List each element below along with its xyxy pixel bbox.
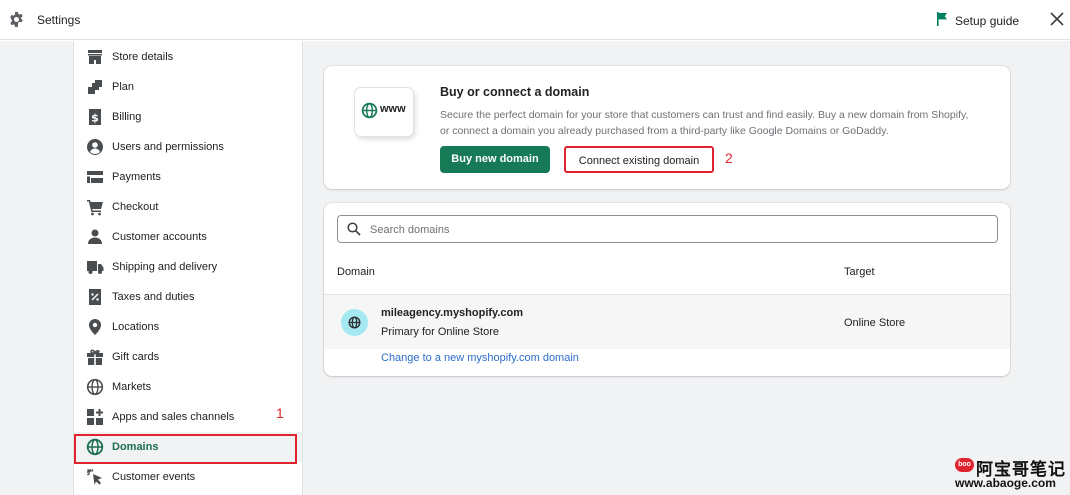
www-illustration: www xyxy=(355,88,413,136)
sidebar-item-label: Shipping and delivery xyxy=(112,261,218,273)
sidebar-item-label: Markets xyxy=(112,381,152,393)
connect-existing-domain-button[interactable]: Connect existing domain xyxy=(564,146,714,173)
sidebar-item-label: Apps and sales channels xyxy=(112,411,235,423)
column-header-domain: Domain xyxy=(337,266,375,278)
cart-icon xyxy=(87,200,103,216)
table-row[interactable]: mileagency.myshopify.com Primary for Onl… xyxy=(324,294,1010,349)
sidebar-item-label: Customer events xyxy=(112,471,196,483)
watermark-badge: boo xyxy=(955,458,974,472)
gift-icon xyxy=(87,349,103,365)
apps-icon xyxy=(87,409,103,425)
change-myshopify-domain-link[interactable]: Change to a new myshopify.com domain xyxy=(381,352,579,364)
sidebar-item-plan[interactable]: Plan xyxy=(74,72,302,102)
card-title: Buy or connect a domain xyxy=(440,85,590,99)
search-domains-input[interactable]: Search domains xyxy=(337,215,998,243)
sidebar-item-label: Locations xyxy=(112,321,160,333)
sidebar-item-billing[interactable]: $ Billing xyxy=(74,102,302,132)
top-bar: Settings Setup guide xyxy=(0,0,1070,40)
sidebar-item-payments[interactable]: Payments xyxy=(74,162,302,192)
search-placeholder: Search domains xyxy=(370,224,450,236)
plan-icon xyxy=(88,80,102,94)
step-2-annotation: 2 xyxy=(725,150,733,166)
globe-icon xyxy=(86,378,104,396)
sidebar-item-label: Customer accounts xyxy=(112,231,207,243)
globe-icon xyxy=(348,316,361,329)
sidebar-item-label: Checkout xyxy=(112,201,159,213)
flag-icon[interactable] xyxy=(936,12,948,26)
domain-avatar xyxy=(341,309,368,336)
sidebar-item-label: Taxes and duties xyxy=(112,291,195,303)
www-text: www xyxy=(380,103,406,115)
search-icon xyxy=(347,222,361,236)
setup-guide-link[interactable]: Setup guide xyxy=(955,14,1019,28)
close-icon[interactable] xyxy=(1049,11,1065,27)
card-description: Secure the perfect domain for your store… xyxy=(440,109,969,137)
sidebar-item-label: Plan xyxy=(112,81,135,93)
sidebar-item-checkout[interactable]: Checkout xyxy=(74,192,302,222)
page-title: Settings xyxy=(37,13,81,27)
svg-text:$: $ xyxy=(91,112,99,125)
domains-highlight-box xyxy=(74,434,297,464)
gear-icon xyxy=(10,11,23,28)
sidebar-item-label: Users and permissions xyxy=(112,141,224,153)
location-icon xyxy=(89,319,101,335)
domain-name[interactable]: mileagency.myshopify.com xyxy=(381,307,523,319)
payments-icon xyxy=(87,171,103,183)
billing-icon: $ xyxy=(89,109,101,125)
customer-icon xyxy=(88,229,102,244)
sidebar-item-customer-events[interactable]: Customer events xyxy=(74,462,302,492)
sidebar-item-locations[interactable]: Locations xyxy=(74,312,302,342)
domain-target: Online Store xyxy=(844,317,906,329)
sidebar-item-gift-cards[interactable]: Gift cards xyxy=(74,342,302,372)
watermark: boo 阿宝哥笔记 www.abaoge.com xyxy=(953,455,1070,495)
tax-icon xyxy=(89,289,101,305)
sidebar-item-taxes[interactable]: Taxes and duties xyxy=(74,282,302,312)
sidebar-item-customer-accounts[interactable]: Customer accounts xyxy=(74,222,302,252)
sidebar-item-label: Billing xyxy=(112,111,142,123)
buy-connect-domain-card: www Buy or connect a domain Secure the p… xyxy=(324,66,1010,189)
step-1-annotation: 1 xyxy=(276,405,284,421)
sidebar-item-markets[interactable]: Markets xyxy=(74,372,302,402)
sidebar-item-users[interactable]: Users and permissions xyxy=(74,132,302,162)
sidebar-item-label: Payments xyxy=(112,171,161,183)
sidebar-item-apps[interactable]: Apps and sales channels xyxy=(74,402,302,432)
store-icon xyxy=(88,50,102,64)
sidebar-item-label: Gift cards xyxy=(112,351,160,363)
domains-list-card: Search domains Domain Target mileagency.… xyxy=(324,203,1010,376)
user-icon xyxy=(87,139,103,155)
cursor-click-icon xyxy=(86,468,102,485)
watermark-url: www.abaoge.com xyxy=(955,476,1056,490)
buy-new-domain-button[interactable]: Buy new domain xyxy=(440,146,550,173)
domain-subtitle: Primary for Online Store xyxy=(381,326,499,338)
settings-sidebar: Store details Plan $ Billing Users and p… xyxy=(73,41,303,495)
sidebar-item-label: Store details xyxy=(112,51,174,63)
sidebar-item-shipping[interactable]: Shipping and delivery xyxy=(74,252,302,282)
globe-icon xyxy=(361,102,378,119)
column-header-target: Target xyxy=(844,266,875,278)
sidebar-item-store-details[interactable]: Store details xyxy=(74,42,302,72)
truck-icon xyxy=(87,261,104,274)
